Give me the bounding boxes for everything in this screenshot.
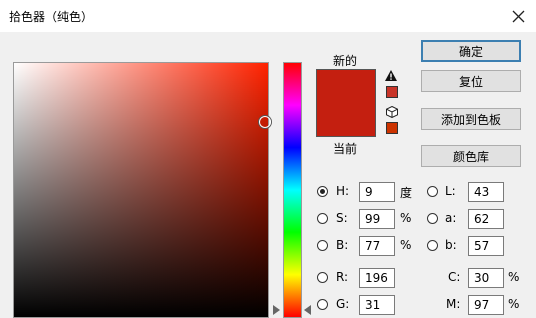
l-label: L: — [445, 184, 456, 198]
h-label: H: — [336, 184, 350, 198]
b-radio[interactable] — [317, 240, 328, 251]
a-label: a: — [445, 211, 457, 225]
reset-button[interactable]: 复位 — [421, 70, 521, 92]
lab-b-radio[interactable] — [427, 240, 438, 251]
window-title: 拾色器（纯色） — [9, 10, 94, 24]
new-color-label: 新的 — [333, 54, 358, 68]
b-unit: % — [400, 238, 412, 252]
s-unit: % — [400, 211, 412, 225]
hue-slider[interactable] — [283, 62, 302, 318]
a-input[interactable]: 62 — [468, 209, 504, 229]
r-input[interactable]: 196 — [359, 268, 395, 288]
c-label: C: — [448, 270, 461, 284]
new-color-swatch — [317, 70, 375, 103]
cube-icon[interactable] — [386, 106, 398, 118]
b-label: B: — [336, 238, 349, 252]
hue-slider-handle-right[interactable] — [304, 305, 311, 315]
current-color-swatch[interactable] — [317, 103, 375, 136]
s-label: S: — [336, 211, 348, 225]
h-input[interactable]: 9 — [359, 182, 395, 202]
s-input[interactable]: 99 — [359, 209, 395, 229]
ok-button[interactable]: 确定 — [421, 40, 521, 62]
gamut-color-swatch[interactable] — [386, 86, 398, 98]
color-libraries-button[interactable]: 颜色库 — [421, 145, 521, 167]
close-button[interactable] — [500, 0, 536, 32]
s-radio[interactable] — [317, 213, 328, 224]
color-field-cursor[interactable] — [259, 116, 271, 128]
g-input[interactable]: 31 — [359, 295, 395, 315]
web-safe-color-swatch[interactable] — [386, 122, 398, 134]
l-radio[interactable] — [427, 186, 438, 197]
a-radio[interactable] — [427, 213, 438, 224]
color-preview — [316, 69, 376, 137]
title-bar: 拾色器（纯色） — [0, 0, 536, 32]
lab-b-input[interactable]: 57 — [468, 236, 504, 256]
h-unit: 度 — [400, 186, 413, 200]
color-field[interactable] — [13, 62, 269, 318]
c-unit: % — [508, 270, 520, 284]
h-radio[interactable] — [317, 186, 328, 197]
warning-triangle-icon[interactable] — [385, 70, 397, 81]
g-radio[interactable] — [317, 299, 328, 310]
r-radio[interactable] — [317, 272, 328, 283]
l-input[interactable]: 43 — [468, 182, 504, 202]
m-input[interactable]: 97 — [468, 295, 504, 315]
close-icon — [512, 10, 524, 22]
hue-slider-handle-left[interactable] — [273, 305, 280, 315]
lab-b-label: b: — [445, 238, 457, 252]
add-to-swatches-button[interactable]: 添加到色板 — [421, 108, 521, 130]
current-color-label: 当前 — [333, 142, 358, 156]
m-label: M: — [446, 297, 461, 311]
r-label: R: — [336, 270, 349, 284]
g-label: G: — [336, 297, 350, 311]
c-input[interactable]: 30 — [468, 268, 504, 288]
b-input[interactable]: 77 — [359, 236, 395, 256]
m-unit: % — [508, 297, 520, 311]
